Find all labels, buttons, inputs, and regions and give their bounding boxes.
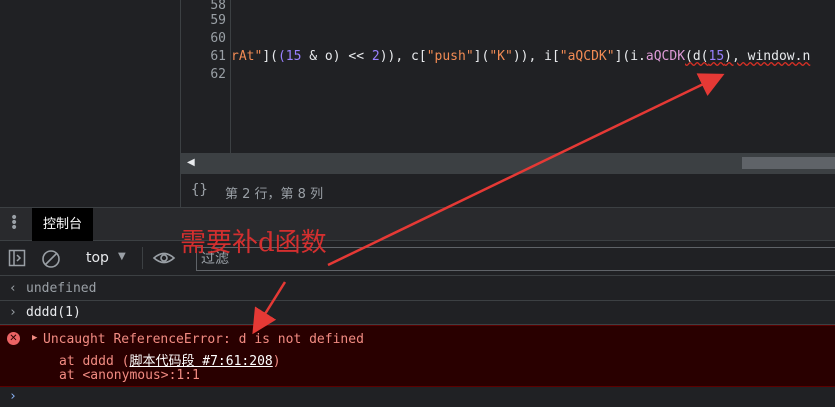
dropdown-arrow-icon[interactable]: ▼ bbox=[118, 251, 126, 262]
code-token: )), c[ bbox=[379, 49, 427, 64]
scroll-left-icon[interactable]: ◀ bbox=[187, 157, 195, 168]
code-token: "aQCDK" bbox=[559, 49, 615, 64]
more-vertical-icon[interactable]: • • • bbox=[10, 211, 18, 235]
code-token: )), i[ bbox=[512, 49, 560, 64]
console-error-row: ✕ ▶ Uncaught ReferenceError: d is not de… bbox=[0, 325, 835, 387]
code-editor[interactable]: 58 59 60 61 62 rAt"]((15 & o) << 2)), c[… bbox=[181, 0, 835, 153]
stack-frame-suffix: ) bbox=[272, 354, 281, 369]
line-number-gutter: 58 59 60 61 62 bbox=[181, 0, 231, 153]
code-token: ), window.n bbox=[724, 49, 811, 64]
cursor-position: 第 2 行，第 8 列 bbox=[225, 187, 324, 202]
line-number: 60 bbox=[210, 31, 226, 46]
expand-triangle-icon[interactable]: ▶ bbox=[32, 333, 37, 343]
code-token: "K" bbox=[489, 49, 513, 64]
code-token: rAt" bbox=[231, 49, 263, 64]
context-selector[interactable]: top bbox=[86, 250, 109, 266]
line-number: 58 bbox=[210, 0, 226, 13]
pretty-print-icon[interactable]: {} bbox=[191, 182, 208, 198]
code-token: & o) << bbox=[301, 49, 372, 64]
code-token: ]( bbox=[262, 49, 278, 64]
result-text: undefined bbox=[26, 281, 97, 296]
code-token: aQCDK bbox=[645, 49, 686, 64]
code-token: ](i. bbox=[614, 49, 646, 64]
eye-icon[interactable] bbox=[152, 249, 176, 267]
stack-frame-1: at dddd (脚本代码段 #7:61:208) bbox=[59, 350, 281, 369]
input-text: dddd(1) bbox=[26, 305, 81, 320]
sidebar-toggle-icon[interactable] bbox=[8, 249, 26, 267]
code-token: 15 bbox=[708, 49, 725, 64]
console-input-row: › dddd(1) bbox=[0, 301, 835, 325]
clear-console-icon[interactable] bbox=[41, 249, 61, 269]
toolbar-divider bbox=[142, 247, 143, 269]
editor-status-bar: {} 第 2 行，第 8 列 bbox=[181, 173, 835, 207]
code-line-61[interactable]: rAt"]((15 & o) << 2)), c["push"]("K")), … bbox=[231, 49, 810, 64]
stack-frame-prefix: at dddd ( bbox=[59, 354, 130, 369]
stack-frame-2: at <anonymous>:1:1 bbox=[59, 368, 200, 383]
console-toolbar: top ▼ bbox=[0, 241, 835, 276]
prompt-arrow-icon[interactable]: › bbox=[9, 389, 17, 404]
tab-console[interactable]: 控制台 bbox=[32, 208, 94, 241]
code-token: (15 bbox=[277, 49, 302, 64]
line-number: 62 bbox=[210, 67, 226, 82]
drawer-tab-bar: • • • 控制台 bbox=[0, 207, 835, 241]
line-number: 59 bbox=[210, 13, 226, 28]
error-icon: ✕ bbox=[7, 332, 20, 345]
horizontal-scrollbar[interactable]: ◀ bbox=[181, 153, 835, 173]
code-token: 2 bbox=[371, 49, 380, 64]
left-panel bbox=[0, 0, 181, 207]
source-link[interactable]: 脚本代码段 #7:61:208 bbox=[129, 354, 272, 369]
input-arrow-icon: › bbox=[9, 305, 17, 320]
result-arrow-icon: ‹ bbox=[9, 281, 17, 296]
code-token: ]( bbox=[473, 49, 490, 64]
console-prompt[interactable]: › bbox=[0, 388, 835, 407]
scrollbar-thumb[interactable] bbox=[742, 157, 835, 169]
error-message: Uncaught ReferenceError: d is not define… bbox=[43, 332, 364, 347]
code-token: "push" bbox=[426, 49, 474, 64]
annotation-label: 需要补d函数 bbox=[180, 228, 327, 258]
line-number: 61 bbox=[210, 49, 226, 64]
console-result-row: ‹ undefined bbox=[0, 277, 835, 301]
code-token: (d( bbox=[685, 49, 709, 64]
